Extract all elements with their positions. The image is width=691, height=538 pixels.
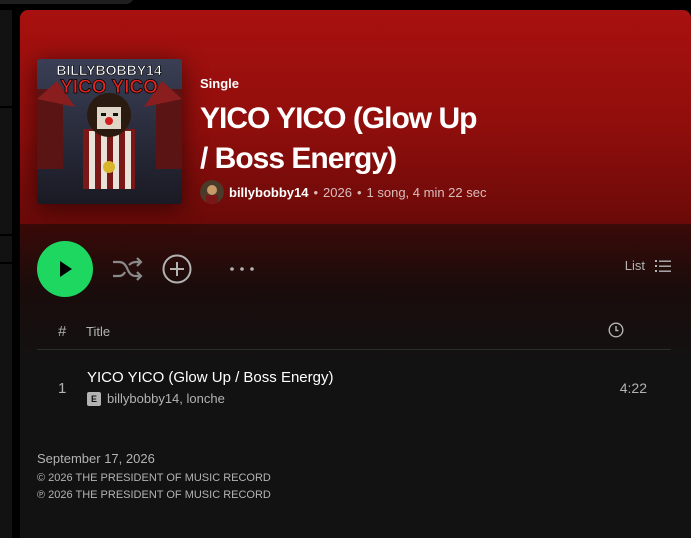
shuffle-icon: [113, 257, 143, 281]
track-subtitle: E billybobby14, lonche: [87, 391, 225, 406]
clock-icon: [608, 322, 624, 338]
artist-avatar[interactable]: [200, 180, 224, 204]
release-year: 2026: [323, 184, 352, 200]
sidebar-divider: [0, 262, 12, 264]
album-cover-art[interactable]: BILLYBOBBY14 YICO YICO: [37, 59, 182, 204]
left-sidebar-edge: [0, 10, 12, 538]
cover-artist-text: BILLYBOBBY14: [56, 62, 162, 78]
track-row[interactable]: 1 YICO YICO (Glow Up / Boss Energy) E bi…: [37, 365, 671, 411]
album-title: YICO YICO (Glow Up / Boss Energy): [200, 102, 477, 175]
sidebar-divider: [0, 234, 12, 236]
main-content-panel: BILLYBOBBY14 YICO YICO Single YICO YICO …: [20, 10, 691, 538]
track-title[interactable]: YICO YICO (Glow Up / Boss Energy): [87, 369, 333, 386]
top-bar-pill: [0, 0, 134, 4]
release-footer: September 17, 2026 © 2026 THE PRESIDENT …: [37, 451, 271, 504]
duration-header: [608, 322, 624, 341]
byline-separator: •: [356, 184, 362, 200]
explicit-badge: E: [87, 391, 101, 406]
view-mode-label: List: [624, 258, 645, 273]
tracklist-header: # Title: [37, 318, 671, 350]
list-view-icon: [655, 259, 671, 272]
release-date: September 17, 2026: [37, 451, 155, 466]
view-mode-toggle[interactable]: List: [625, 258, 671, 273]
album-type-label: Single: [200, 76, 240, 91]
shuffle-button[interactable]: [111, 254, 143, 284]
phonogram-line: ℗ 2026 THE PRESIDENT OF MUSIC RECORD: [37, 489, 271, 501]
header-index: #: [58, 323, 67, 340]
window-top-strip: [0, 0, 691, 10]
header-title: Title: [86, 324, 111, 339]
album-meta: Single YICO YICO (Glow Up / Boss Energy): [200, 76, 670, 179]
add-circle-icon: [162, 254, 192, 284]
action-bar: List: [37, 241, 671, 297]
album-stats: 1 song, 4 min 22 sec: [366, 184, 487, 200]
byline-separator: •: [313, 184, 319, 200]
artist-link[interactable]: billybobby14: [229, 185, 308, 200]
track-artists[interactable]: billybobby14, lonche: [107, 391, 225, 406]
album-byline: billybobby14 • 2026 • 1 song, 4 min 22 s…: [200, 180, 486, 204]
play-button[interactable]: [37, 241, 93, 297]
add-to-library-button[interactable]: [161, 253, 193, 285]
cover-title-text: YICO YICO: [60, 77, 158, 98]
more-options-button[interactable]: [227, 259, 257, 279]
copyright-line: © 2026 THE PRESIDENT OF MUSIC RECORD: [37, 472, 271, 484]
play-icon: [60, 261, 72, 277]
more-options-icon: [230, 267, 254, 271]
track-duration: 4:22: [619, 380, 647, 396]
sidebar-divider: [0, 106, 12, 108]
track-index: 1: [58, 380, 67, 397]
